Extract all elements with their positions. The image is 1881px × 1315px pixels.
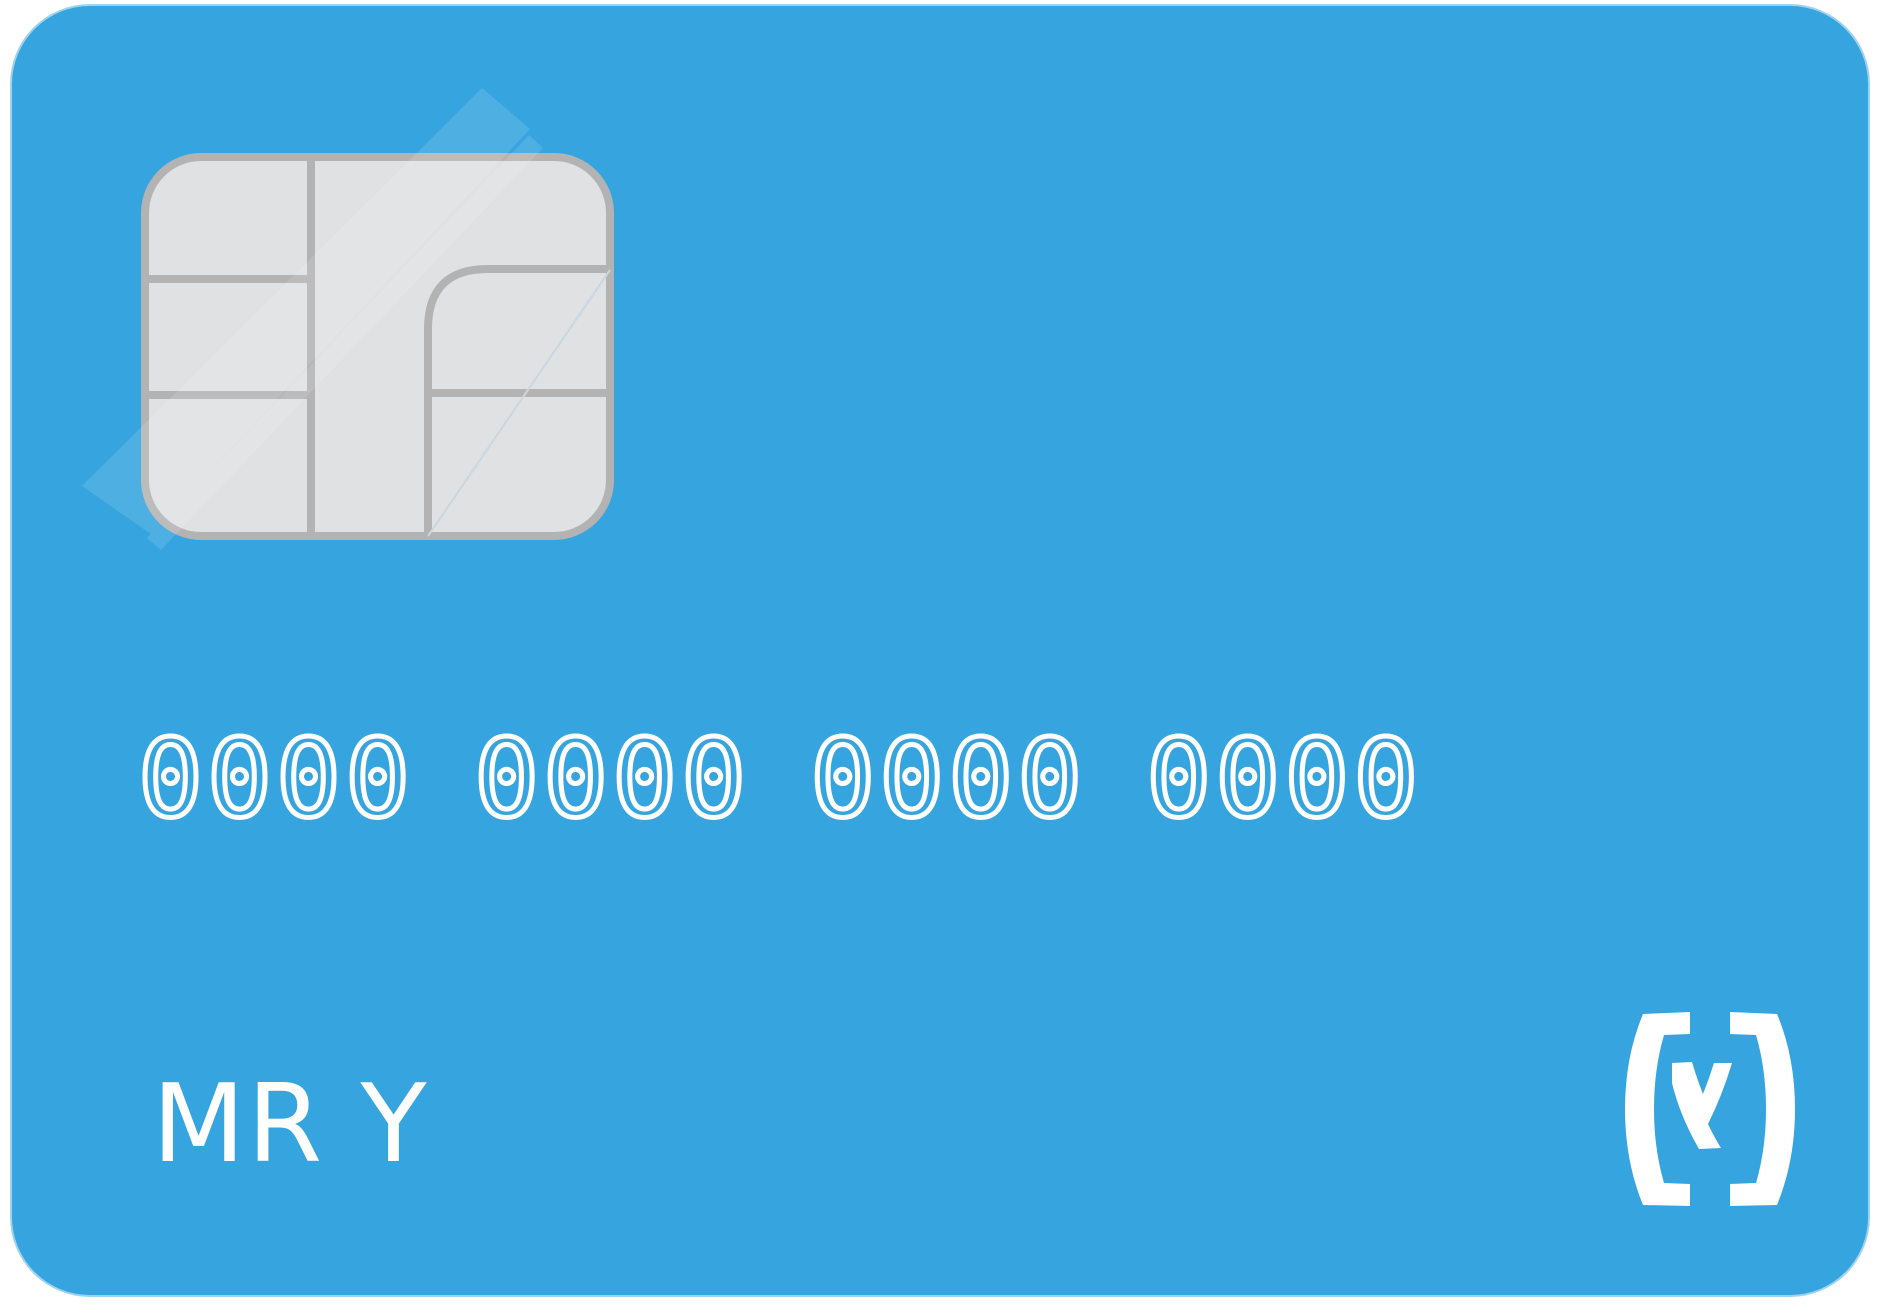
card-number-group-3: 0000 xyxy=(808,717,1087,842)
cardholder-name: MR Y xyxy=(152,1062,429,1187)
card-number: 0000 0000 0000 0000 xyxy=(135,717,1423,842)
card-number-group-4: 0000 xyxy=(1144,717,1423,842)
emv-chip-icon xyxy=(67,80,627,560)
card-number-group-2: 0000 xyxy=(472,717,751,842)
bracket-y-logo-icon xyxy=(1617,1011,1803,1207)
payment-card: 0000 0000 0000 0000 MR Y xyxy=(12,6,1868,1295)
card-number-group-1: 0000 xyxy=(135,717,415,842)
